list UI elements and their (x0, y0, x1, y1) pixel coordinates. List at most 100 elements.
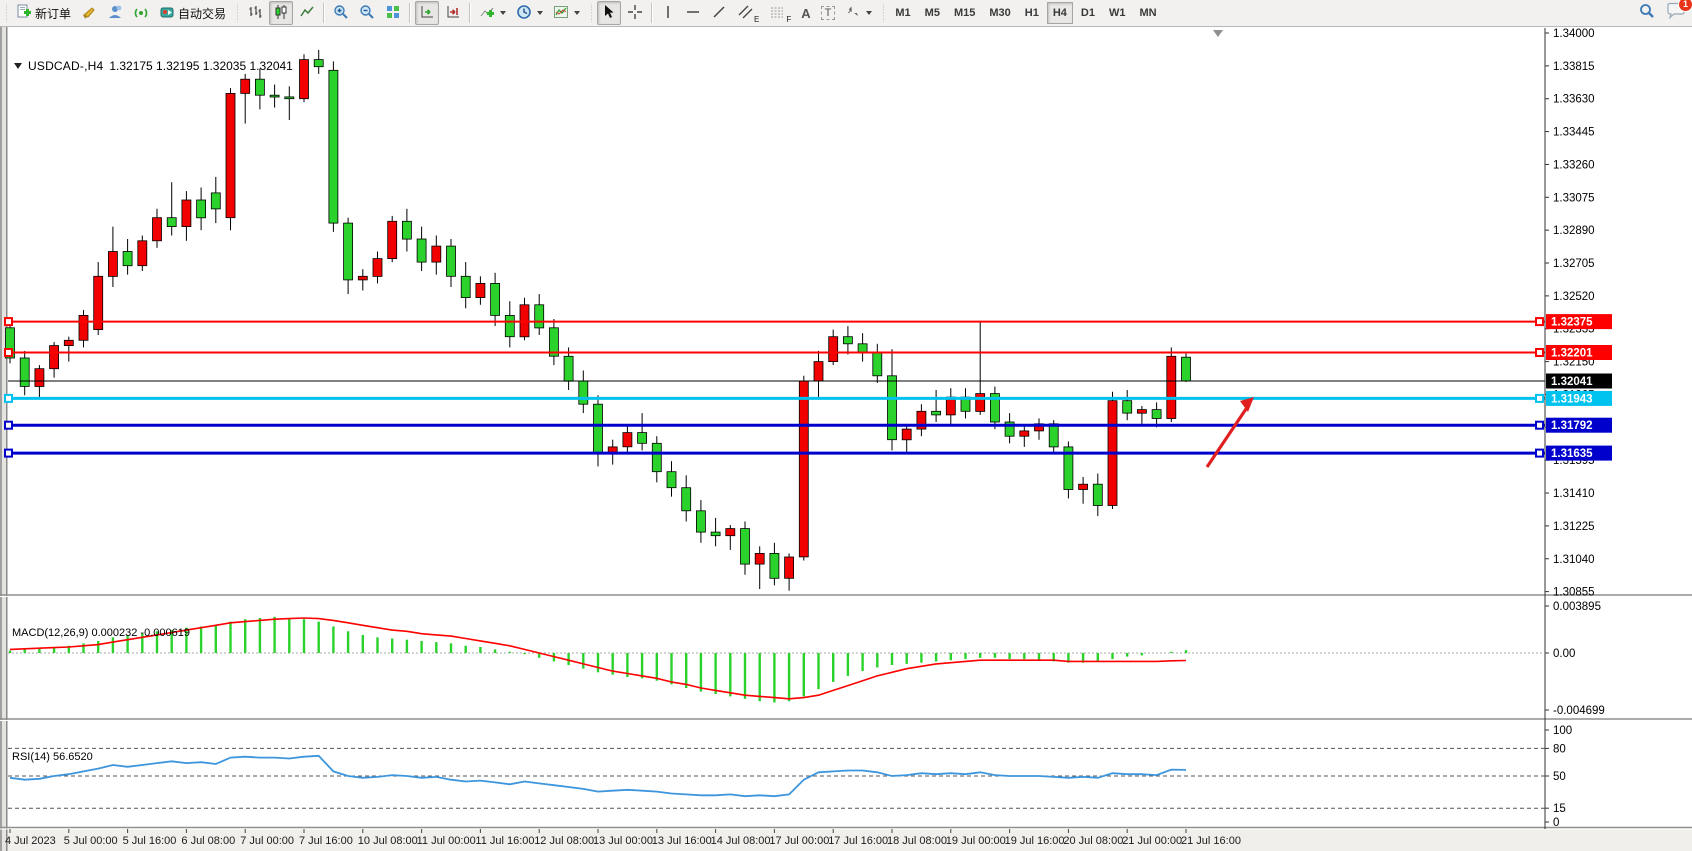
tab-timeframe-m5[interactable]: M5 (919, 2, 946, 24)
candle (300, 54, 309, 102)
tile-windows-button[interactable] (381, 1, 405, 25)
new-order-label: 新订单 (35, 5, 71, 22)
price-tick-label: 1.34000 (1553, 28, 1595, 40)
fibonacci-button[interactable]: F (765, 1, 795, 25)
time-tick-label: 4 Jul 2023 (5, 835, 56, 847)
auto-scroll-button[interactable] (415, 1, 439, 25)
candlestick-chart-button[interactable] (269, 1, 293, 25)
zoom-in-button[interactable] (329, 1, 353, 25)
cursor-button[interactable] (597, 1, 621, 25)
price-tick-label: 1.33445 (1553, 127, 1595, 139)
candle (1182, 354, 1191, 382)
clock-icon (516, 4, 532, 23)
candle (226, 88, 235, 230)
price-tick-label: 1.33075 (1553, 192, 1595, 204)
indicators-button[interactable] (475, 1, 510, 25)
candle (329, 61, 338, 232)
line-chart-button[interactable] (295, 1, 319, 25)
bar-chart-button[interactable] (243, 1, 267, 25)
chart-plot-area[interactable] (8, 28, 1545, 594)
symbol-period-label: USDCAD-,H4 (28, 59, 103, 73)
timeframe-group: M1 M5 M15 M30 H1 H4 D1 W1 MN (888, 0, 1163, 26)
time-tick-label: 6 Jul 08:00 (181, 835, 235, 847)
text-label-button[interactable]: T (817, 1, 840, 25)
search-icon[interactable] (1638, 2, 1656, 25)
time-tick-label: 5 Jul 16:00 (123, 835, 177, 847)
vertical-line-button[interactable] (657, 1, 679, 25)
chat-button[interactable]: 1 (1666, 2, 1686, 25)
chart-canvas[interactable]: 1.340001.338151.336301.334451.332601.330… (0, 27, 1692, 851)
time-tick-label: 11 Jul 00:00 (417, 835, 476, 847)
collapse-triangle-icon (14, 63, 22, 69)
crosshair-icon (627, 4, 643, 23)
auto-trading-button[interactable]: 自动交易 (155, 1, 230, 25)
channel-icon (737, 4, 755, 23)
candle (1167, 347, 1176, 422)
svg-text:1.32041: 1.32041 (1551, 376, 1593, 388)
text-button[interactable]: A (797, 1, 814, 25)
price-tag-1.31943: 1.31943 (1546, 391, 1612, 406)
tab-timeframe-d1[interactable]: D1 (1075, 2, 1101, 24)
svg-text:1.31635: 1.31635 (1551, 448, 1593, 460)
time-tick-label: 18 Jul 08:00 (887, 835, 947, 847)
zoom-in-icon (333, 4, 349, 23)
signals-icon (133, 4, 149, 23)
price-tick-label: 1.33630 (1553, 94, 1595, 106)
megaphone-icon (81, 4, 97, 23)
candle (388, 216, 397, 262)
candle (6, 323, 15, 364)
toolbar-separator (469, 3, 471, 23)
hline-handle (5, 318, 12, 325)
candle (799, 376, 808, 561)
price-tick-label: 1.32890 (1553, 225, 1595, 237)
tab-timeframe-m1[interactable]: M1 (889, 2, 916, 24)
megaphone-button[interactable] (77, 1, 101, 25)
indicators-add-icon (479, 4, 495, 23)
main-toolbar: 新订单 自动交易 (0, 0, 1692, 27)
arrows-button[interactable] (841, 1, 876, 25)
community-button[interactable] (103, 1, 127, 25)
auto-trading-icon (159, 4, 175, 23)
cursor-icon (601, 4, 617, 23)
trendline-icon (711, 4, 727, 23)
dropdown-caret-icon (574, 11, 580, 15)
zoom-out-button[interactable] (355, 1, 379, 25)
tab-timeframe-m15[interactable]: M15 (948, 2, 981, 24)
window-left-border-inner (6, 27, 8, 851)
time-tick-label: 17 Jul 00:00 (769, 835, 829, 847)
chart-window[interactable]: 1.340001.338151.336301.334451.332601.330… (0, 27, 1692, 851)
line-chart-icon (299, 4, 315, 23)
tab-timeframe-h4[interactable]: H4 (1047, 2, 1073, 24)
templates-button[interactable] (549, 1, 584, 25)
tab-timeframe-h1[interactable]: H1 (1019, 2, 1045, 24)
time-tick-label: 19 Jul 16:00 (1005, 835, 1065, 847)
window-left-gutter (2, 27, 6, 851)
candle (1064, 442, 1073, 499)
price-tag-1.32201: 1.32201 (1546, 345, 1612, 360)
toolbar-grip (235, 4, 240, 22)
new-order-button[interactable]: 新订单 (12, 1, 75, 25)
signals-button[interactable] (129, 1, 153, 25)
time-tick-label: 11 Jul 16:00 (475, 835, 534, 847)
time-tick-label: 10 Jul 08:00 (358, 835, 418, 847)
trendline-button[interactable] (707, 1, 731, 25)
candle (138, 236, 147, 272)
time-tick-label: 12 Jul 08:00 (534, 835, 594, 847)
equidistant-channel-button[interactable]: E (733, 1, 763, 25)
tab-timeframe-m30[interactable]: M30 (983, 2, 1016, 24)
time-tick-label: 14 Jul 08:00 (711, 835, 771, 847)
tab-timeframe-mn[interactable]: MN (1133, 2, 1162, 24)
periods-button[interactable] (512, 1, 547, 25)
dropdown-caret-icon (866, 11, 872, 15)
svg-text:1.31943: 1.31943 (1551, 393, 1593, 405)
hline-handle (1536, 349, 1543, 356)
price-tag-1.32375: 1.32375 (1546, 314, 1612, 329)
rsi-tick-label: 80 (1553, 743, 1566, 755)
macd-tick-label: 0.003895 (1553, 601, 1601, 613)
crosshair-button[interactable] (623, 1, 647, 25)
horizontal-line-button[interactable] (681, 1, 705, 25)
chart-shift-button[interactable] (441, 1, 465, 25)
tab-timeframe-w1[interactable]: W1 (1103, 2, 1132, 24)
hline-handle (1536, 450, 1543, 457)
time-tick-label: 21 Jul 16:00 (1181, 835, 1241, 847)
